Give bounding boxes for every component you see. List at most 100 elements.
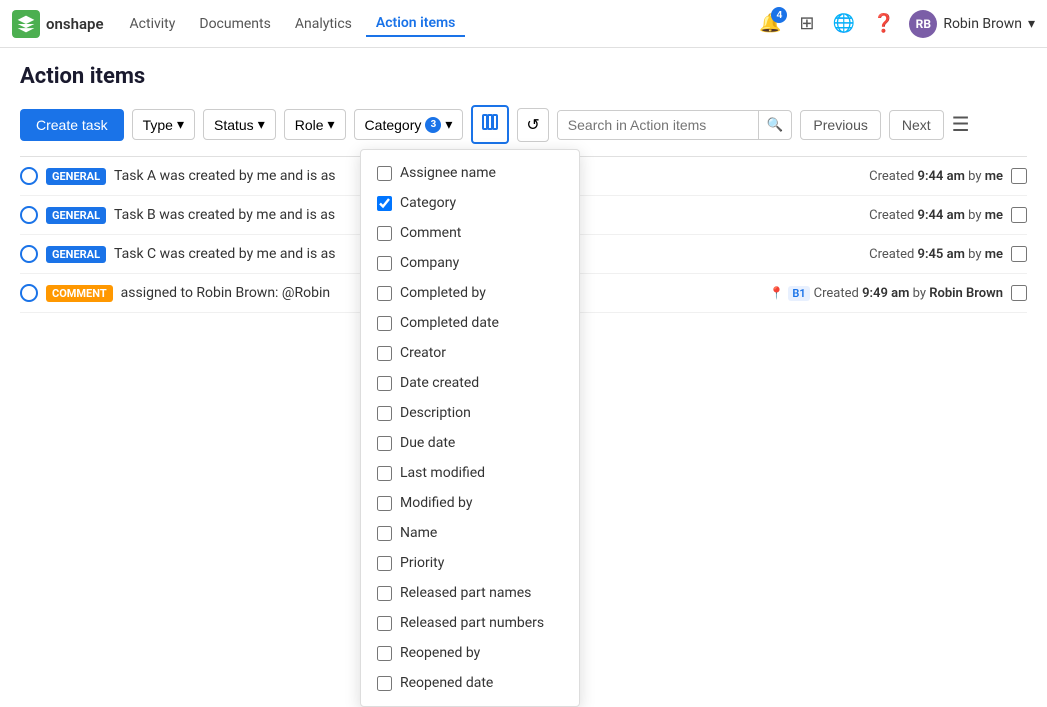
task-circle[interactable] <box>20 206 38 224</box>
create-task-button[interactable]: Create task <box>20 109 124 141</box>
column-checkbox[interactable] <box>377 646 392 661</box>
page-content: Action items Create task Type ▾ Status ▾… <box>0 48 1047 329</box>
toolbar: Create task Type ▾ Status ▾ Role ▾ Categ… <box>20 105 1027 144</box>
search-button[interactable]: 🔍 <box>758 111 792 139</box>
chevron-down-icon: ▾ <box>1028 16 1035 32</box>
search-input[interactable] <box>558 111 758 139</box>
dropdown-item[interactable]: Category <box>361 188 579 218</box>
user-name: Robin Brown <box>943 16 1022 32</box>
user-menu[interactable]: RB Robin Brown ▾ <box>909 10 1035 38</box>
dropdown-item[interactable]: Assignee name <box>361 158 579 188</box>
column-checkbox[interactable] <box>377 676 392 691</box>
column-checkbox[interactable] <box>377 616 392 631</box>
chevron-down-icon: ▾ <box>258 116 265 133</box>
column-checkbox[interactable] <box>377 406 392 421</box>
task-created-text: Created 9:44 am by me <box>869 169 1003 184</box>
column-label: Released part numbers <box>400 615 544 631</box>
chevron-down-icon: ▾ <box>177 116 184 133</box>
dropdown-item[interactable]: Description <box>361 398 579 428</box>
column-label: Completed by <box>400 285 486 301</box>
history-button[interactable]: ↺ <box>517 108 548 142</box>
task-circle[interactable] <box>20 284 38 302</box>
column-checkbox[interactable] <box>377 196 392 211</box>
dropdown-item[interactable]: Reopened by <box>361 638 579 668</box>
dropdown-item[interactable]: Creator <box>361 338 579 368</box>
task-created-text: Created 9:49 am by Robin Brown <box>814 286 1003 301</box>
notification-badge: 4 <box>771 7 787 23</box>
previous-button[interactable]: Previous <box>800 110 880 140</box>
help-button[interactable]: ❓ <box>869 9 899 38</box>
column-checkbox[interactable] <box>377 256 392 271</box>
dropdown-item[interactable]: Priority <box>361 548 579 578</box>
dropdown-item[interactable]: Comment <box>361 218 579 248</box>
dropdown-item[interactable]: Reopened date <box>361 668 579 698</box>
column-label: Category <box>400 195 456 211</box>
column-checkbox[interactable] <box>377 226 392 241</box>
task-created-text: Created 9:45 am by me <box>869 247 1003 262</box>
task-select-checkbox[interactable] <box>1011 207 1027 223</box>
nav-action-items[interactable]: Action items <box>366 11 465 37</box>
column-label: Reopened by <box>400 645 480 661</box>
dropdown-item[interactable]: Date created <box>361 368 579 398</box>
task-select-checkbox[interactable] <box>1011 285 1027 301</box>
logo-icon <box>12 10 40 38</box>
dropdown-item[interactable]: Released part numbers <box>361 608 579 638</box>
globe-button[interactable]: 🌐 <box>828 9 858 38</box>
column-label: Date created <box>400 375 479 391</box>
column-checkbox[interactable] <box>377 496 392 511</box>
nav-links: Activity Documents Analytics Action item… <box>120 11 466 37</box>
column-checkbox[interactable] <box>377 466 392 481</box>
column-checkbox[interactable] <box>377 316 392 331</box>
nav-analytics[interactable]: Analytics <box>285 12 362 36</box>
column-label: Description <box>400 405 471 421</box>
task-tag: COMMENT <box>46 285 113 302</box>
nav-activity[interactable]: Activity <box>120 12 186 36</box>
pin-icon: 📍 <box>769 286 784 300</box>
columns-button[interactable] <box>471 105 509 144</box>
role-filter[interactable]: Role ▾ <box>284 109 346 140</box>
dropdown-item[interactable]: Completed by <box>361 278 579 308</box>
next-button[interactable]: Next <box>889 110 944 140</box>
task-meta: Created 9:44 am by me <box>869 208 1003 223</box>
column-checkbox[interactable] <box>377 586 392 601</box>
dropdown-item[interactable]: Completed date <box>361 308 579 338</box>
column-label: Comment <box>400 225 461 241</box>
task-select-checkbox[interactable] <box>1011 168 1027 184</box>
dropdown-item[interactable]: Released part names <box>361 578 579 608</box>
task-meta: 📍B1Created 9:49 am by Robin Brown <box>769 286 1003 301</box>
notifications-button[interactable]: 🔔 4 <box>755 9 785 38</box>
task-meta: Created 9:45 am by me <box>869 247 1003 262</box>
grid-button[interactable]: ⊞ <box>795 9 818 38</box>
dropdown-item[interactable]: Name <box>361 518 579 548</box>
column-checkbox[interactable] <box>377 166 392 181</box>
column-checkbox[interactable] <box>377 346 392 361</box>
list-view-button[interactable]: ☰ <box>952 112 970 137</box>
task-select-checkbox[interactable] <box>1011 246 1027 262</box>
task-circle[interactable] <box>20 245 38 263</box>
column-checkbox[interactable] <box>377 436 392 451</box>
status-filter[interactable]: Status ▾ <box>203 109 276 140</box>
columns-dropdown: Assignee name Category Comment Company Compl… <box>360 149 580 707</box>
task-tag: GENERAL <box>46 207 106 224</box>
dropdown-item[interactable]: Last modified <box>361 458 579 488</box>
chevron-down-icon: ▾ <box>328 116 335 133</box>
dropdown-item[interactable]: Due date <box>361 428 579 458</box>
chevron-down-icon: ▾ <box>445 116 452 133</box>
dropdown-item[interactable]: Modified by <box>361 488 579 518</box>
column-label: Modified by <box>400 495 472 511</box>
column-checkbox[interactable] <box>377 286 392 301</box>
task-tag: GENERAL <box>46 246 106 263</box>
navbar-right: 🔔 4 ⊞ 🌐 ❓ RB Robin Brown ▾ <box>755 9 1035 38</box>
column-label: Last modified <box>400 465 485 481</box>
task-circle[interactable] <box>20 167 38 185</box>
column-checkbox[interactable] <box>377 556 392 571</box>
column-label: Assignee name <box>400 165 496 181</box>
column-label: Due date <box>400 435 455 451</box>
type-filter[interactable]: Type ▾ <box>132 109 195 140</box>
nav-documents[interactable]: Documents <box>189 12 280 36</box>
column-checkbox[interactable] <box>377 376 392 391</box>
dropdown-item[interactable]: Company <box>361 248 579 278</box>
category-filter[interactable]: Category 3 ▾ <box>354 109 464 140</box>
column-checkbox[interactable] <box>377 526 392 541</box>
logo[interactable]: onshape <box>12 10 104 38</box>
